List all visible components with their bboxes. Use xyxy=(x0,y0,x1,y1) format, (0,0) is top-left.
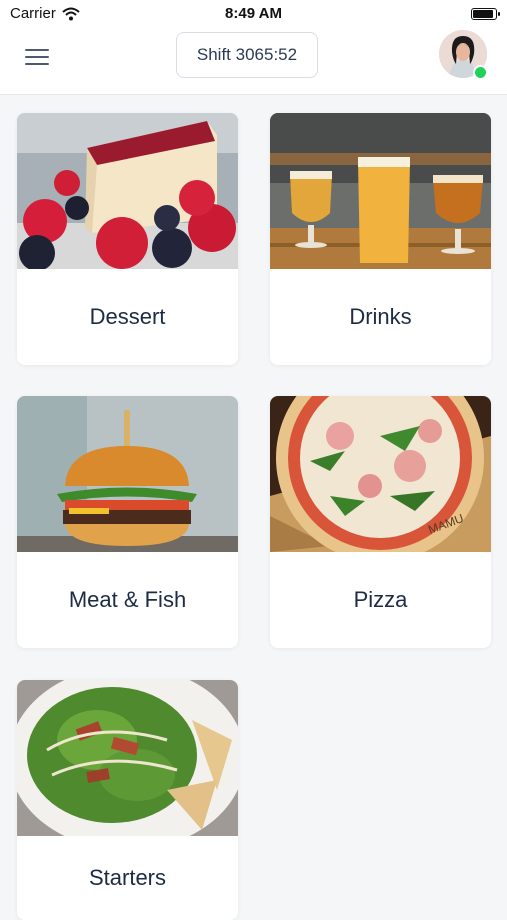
online-status-dot xyxy=(473,65,488,80)
category-label: Starters xyxy=(88,865,167,890)
shift-button[interactable]: Shift 3065:52 xyxy=(176,32,318,78)
shift-label: Shift 3065:52 xyxy=(196,45,298,64)
category-card-drinks[interactable]: Drinks xyxy=(270,113,491,365)
status-time: 8:49 AM xyxy=(225,5,282,22)
app-header: Shift 3065:52 xyxy=(0,28,507,95)
category-label: Meat & Fish xyxy=(68,587,187,612)
drinks-image xyxy=(270,113,491,269)
category-card-pizza[interactable]: MAMU Pizza xyxy=(270,396,491,648)
menu-icon[interactable] xyxy=(22,44,54,70)
category-card-starters[interactable]: Starters xyxy=(17,680,238,920)
pizza-image: MAMU xyxy=(270,396,491,552)
category-card-meat-fish[interactable]: Meat & Fish xyxy=(17,396,238,648)
category-label: Drinks xyxy=(349,304,412,329)
category-label: Dessert xyxy=(89,304,166,329)
status-bar: Carrier 8:49 AM xyxy=(0,0,507,28)
category-label: Pizza xyxy=(353,587,408,612)
category-card-dessert[interactable]: Dessert xyxy=(17,113,238,365)
starters-image xyxy=(17,680,238,836)
dessert-image xyxy=(17,113,238,269)
meat-fish-image xyxy=(17,396,238,552)
battery-icon xyxy=(471,8,500,20)
